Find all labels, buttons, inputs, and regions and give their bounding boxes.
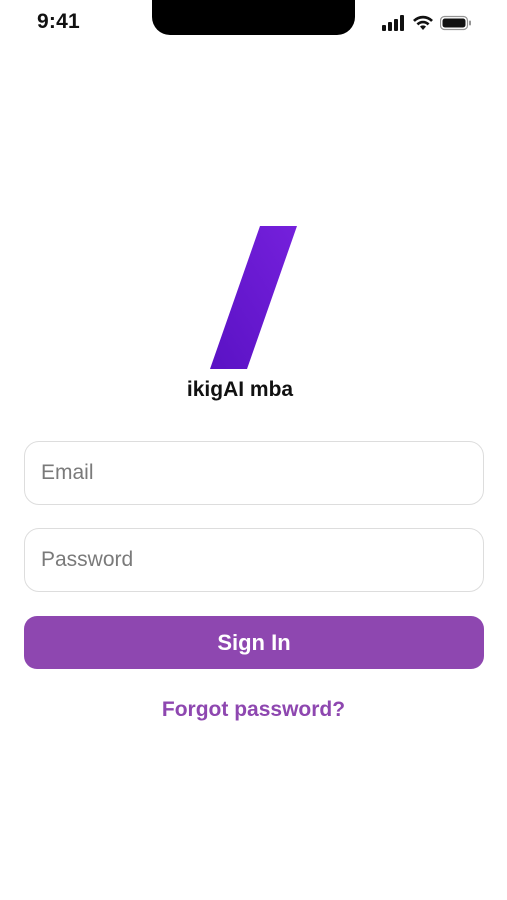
sign-in-button[interactable]: Sign In	[24, 616, 484, 669]
slash-logo-icon	[210, 226, 297, 369]
status-icons	[382, 15, 472, 31]
email-input[interactable]	[24, 441, 484, 505]
cellular-signal-icon	[382, 15, 406, 31]
password-input[interactable]	[24, 528, 484, 592]
wifi-icon	[412, 15, 434, 31]
battery-icon	[440, 15, 472, 31]
status-time: 9:41	[37, 10, 80, 33]
login-screen: 9:41 ikigAI mba Email Sign In Forgot pas…	[0, 0, 507, 900]
brand-name: ikigAI mba	[186, 378, 294, 401]
forgot-password-link[interactable]: Forgot password?	[0, 698, 507, 722]
device-notch	[152, 0, 355, 35]
